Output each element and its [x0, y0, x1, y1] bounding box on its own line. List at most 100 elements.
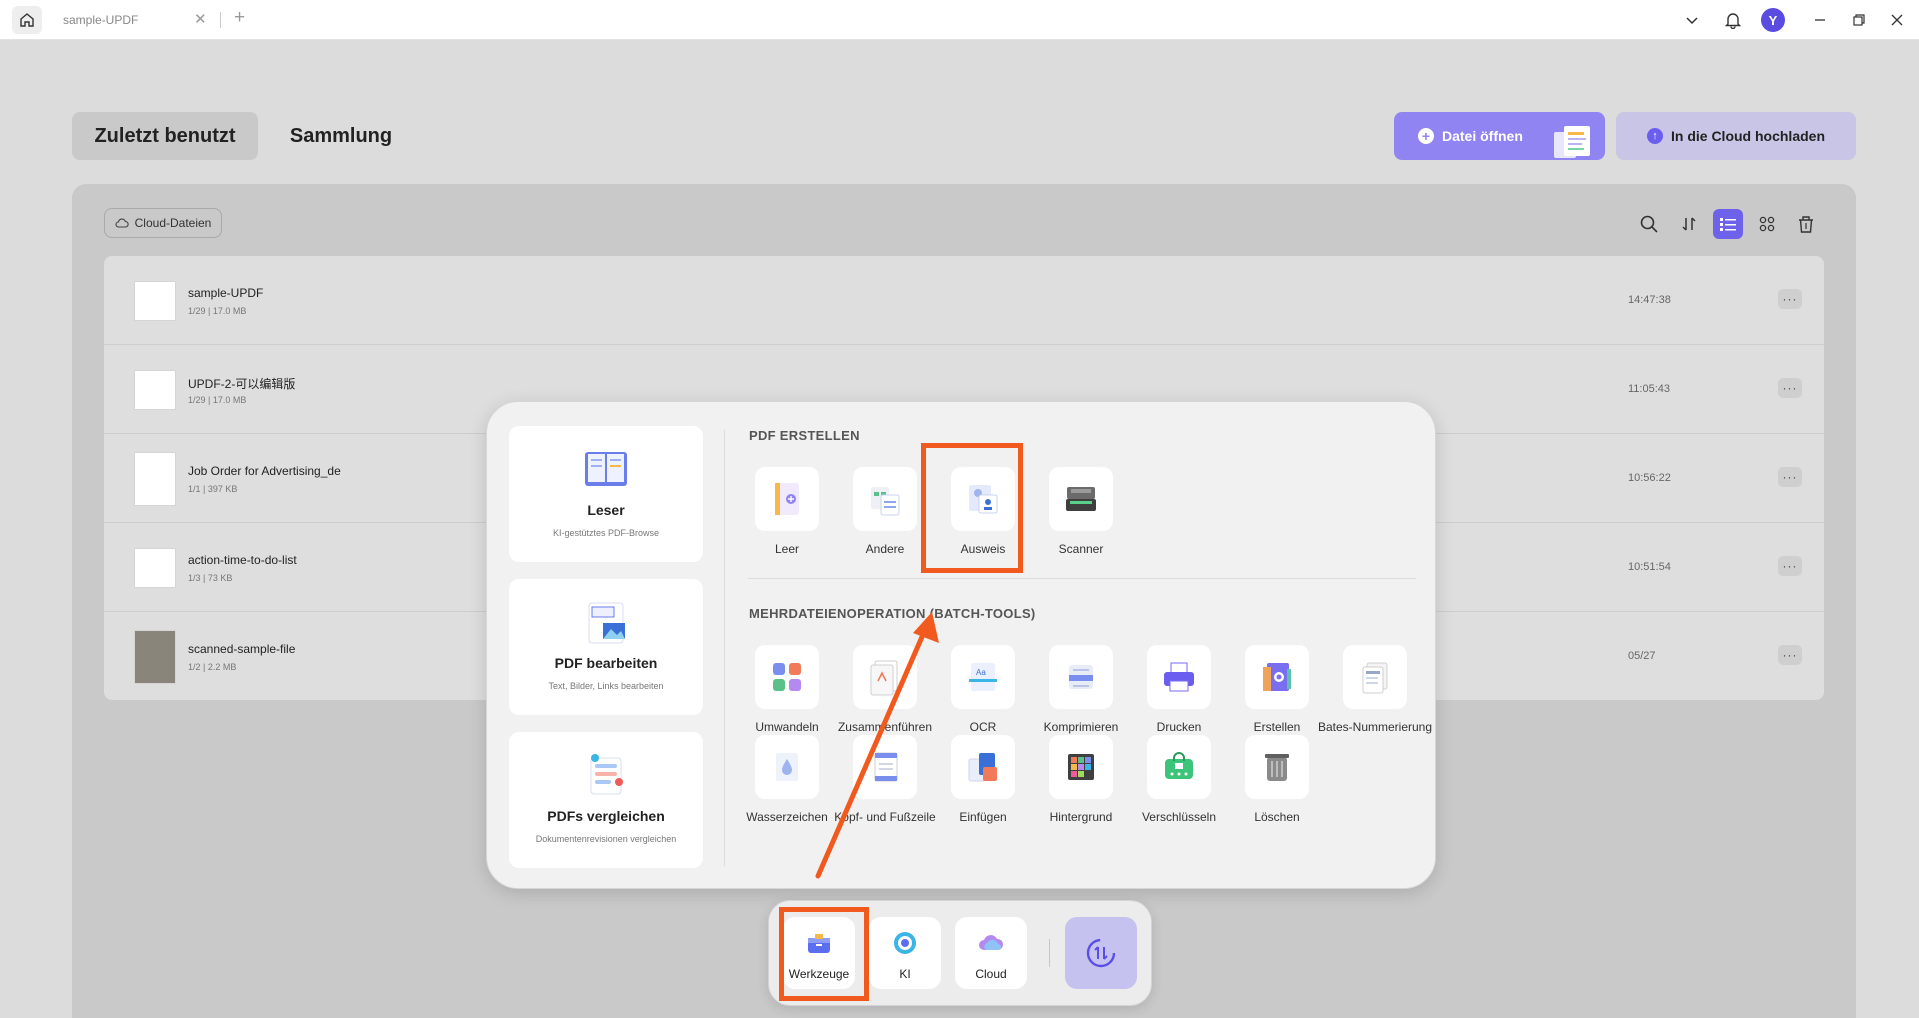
svg-text:Aa: Aa: [976, 668, 986, 677]
bell-icon[interactable]: [1721, 8, 1745, 32]
trash-icon: [1245, 735, 1309, 799]
file-meta: 1/29 | 17.0 MB: [188, 306, 247, 316]
compare-pdf-card[interactable]: PDFs vergleichen Dokumentenrevisionen ve…: [509, 732, 703, 868]
file-time: 10:56:22: [1628, 472, 1671, 484]
more-options-button[interactable]: ···: [1778, 556, 1802, 576]
ai-assistant-icon: [894, 932, 916, 954]
home-icon: [20, 13, 34, 27]
cloud-icon: [979, 935, 1004, 950]
tool-encrypt[interactable]: Verschlüsseln: [1129, 735, 1229, 845]
section-title-batch: MEHRDATEIENOPERATION (BATCH-TOOLS): [749, 606, 1036, 621]
dock-divider: [1049, 939, 1050, 967]
close-tab-icon[interactable]: ✕: [194, 10, 207, 28]
grid-view-icon[interactable]: [1752, 209, 1782, 239]
dock-ai-button[interactable]: KI: [869, 917, 941, 989]
edit-pdf-title: PDF bearbeiten: [554, 655, 658, 671]
tool-insert[interactable]: Einfügen: [933, 735, 1033, 845]
tool-delete[interactable]: Löschen: [1227, 735, 1327, 845]
upload-icon: ↑: [1647, 128, 1663, 144]
trash-icon[interactable]: [1791, 209, 1821, 239]
home-button[interactable]: [12, 6, 42, 34]
upload-cloud-button[interactable]: ↑ In die Cloud hochladen: [1616, 112, 1856, 160]
tool-header-footer[interactable]: Kopf- und Fußzeile: [834, 735, 936, 845]
file-thumbnail: [134, 548, 176, 588]
documents-illustration-icon: [1554, 126, 1590, 158]
printer-icon: [1147, 645, 1211, 709]
dock-ai-label: KI: [899, 967, 911, 981]
tool-label: Bates-Nummerierung: [1317, 720, 1433, 734]
user-avatar[interactable]: Y: [1761, 8, 1785, 32]
tool-background[interactable]: Hintergrund: [1031, 735, 1131, 845]
file-thumbnail: [134, 281, 176, 321]
bates-number-icon: [1343, 645, 1407, 709]
convert-icon: [755, 645, 819, 709]
file-name: action-time-to-do-list: [188, 553, 297, 567]
upload-cloud-label: In die Cloud hochladen: [1671, 128, 1825, 144]
tab-divider: [220, 12, 221, 28]
popup-vertical-divider: [724, 430, 725, 866]
tool-label: Scanner: [1058, 542, 1104, 556]
minimize-icon[interactable]: [1808, 8, 1832, 32]
tab-recent[interactable]: Zuletzt benutzt: [72, 112, 258, 160]
open-file-label: Datei öffnen: [1442, 128, 1523, 144]
file-time: 05/27: [1628, 650, 1656, 662]
dock-cloud-button[interactable]: Cloud: [955, 917, 1027, 989]
compare-pdf-subtitle: Dokumentenrevisionen vergleichen: [535, 834, 677, 844]
tab-collection[interactable]: Sammlung: [276, 112, 406, 160]
merge-icon: [853, 645, 917, 709]
search-icon[interactable]: [1634, 209, 1664, 239]
compress-icon: [1049, 645, 1113, 709]
reader-card[interactable]: Leser KI-gestütztes PDF-Browse: [509, 426, 703, 562]
reader-title: Leser: [587, 502, 625, 518]
blank-page-icon: [755, 467, 819, 531]
sync-icon: [1086, 938, 1116, 968]
other-format-icon: [853, 467, 917, 531]
popup-horizontal-divider: [748, 578, 1416, 579]
list-view-icon[interactable]: [1713, 209, 1743, 239]
bottom-dock: Werkzeuge KI Cloud: [768, 900, 1152, 1006]
file-meta: 1/1 | 397 KB: [188, 484, 238, 494]
cloud-icon: [115, 218, 129, 228]
scanner-icon: [1049, 467, 1113, 531]
dock-cloud-label: Cloud: [975, 967, 1007, 981]
lock-icon: [1147, 735, 1211, 799]
document-tab-title[interactable]: sample-UPDF: [63, 13, 138, 27]
file-meta: 1/3 | 73 KB: [188, 573, 233, 583]
dock-sync-button[interactable]: [1065, 917, 1137, 989]
tool-watermark[interactable]: Wasserzeichen: [737, 735, 837, 845]
cloud-files-filter[interactable]: Cloud-Dateien: [104, 208, 222, 238]
watermark-icon: [755, 735, 819, 799]
section-title-create: PDF ERSTELLEN: [749, 428, 860, 443]
file-name: sample-UPDF: [188, 286, 264, 300]
reader-subtitle: KI-gestütztes PDF-Browse: [552, 528, 660, 538]
more-options-button[interactable]: ···: [1778, 289, 1802, 309]
tool-label: Löschen: [1254, 810, 1300, 824]
file-meta: 1/29 | 17.0 MB: [188, 395, 247, 405]
edit-pdf-card[interactable]: PDF bearbeiten Text, Bilder, Links bearb…: [509, 579, 703, 715]
file-name: UPDF-2-可以编辑版: [188, 377, 296, 391]
file-time: 10:51:54: [1628, 561, 1671, 573]
book-icon: [585, 452, 627, 486]
tool-other[interactable]: Andere: [835, 467, 935, 577]
plus-icon: +: [1418, 128, 1434, 144]
tool-blank[interactable]: Leer: [737, 467, 837, 577]
compare-pdf-title: PDFs vergleichen: [547, 808, 665, 824]
chevron-down-icon[interactable]: [1680, 8, 1704, 32]
new-tab-icon[interactable]: +: [234, 7, 245, 29]
tool-bates-numbering[interactable]: Bates-Nummerierung: [1318, 645, 1432, 755]
edit-text-icon: [588, 602, 625, 644]
more-options-button[interactable]: ···: [1778, 378, 1802, 398]
background-icon: [1049, 735, 1113, 799]
close-window-icon[interactable]: [1885, 8, 1909, 32]
more-options-button[interactable]: ···: [1778, 467, 1802, 487]
more-options-button[interactable]: ···: [1778, 645, 1802, 665]
ocr-icon: Aa: [951, 645, 1015, 709]
restore-icon[interactable]: [1847, 8, 1871, 32]
file-row[interactable]: sample-UPDF 1/29 | 17.0 MB 14:47:38 ···: [104, 256, 1824, 345]
edit-pdf-subtitle: Text, Bilder, Links bearbeiten: [548, 681, 664, 691]
sort-icon[interactable]: [1674, 209, 1704, 239]
file-meta: 1/2 | 2.2 MB: [188, 662, 237, 672]
file-thumbnail: [134, 370, 176, 410]
open-file-button[interactable]: + Datei öffnen: [1394, 112, 1605, 160]
tool-scanner[interactable]: Scanner: [1031, 467, 1131, 577]
